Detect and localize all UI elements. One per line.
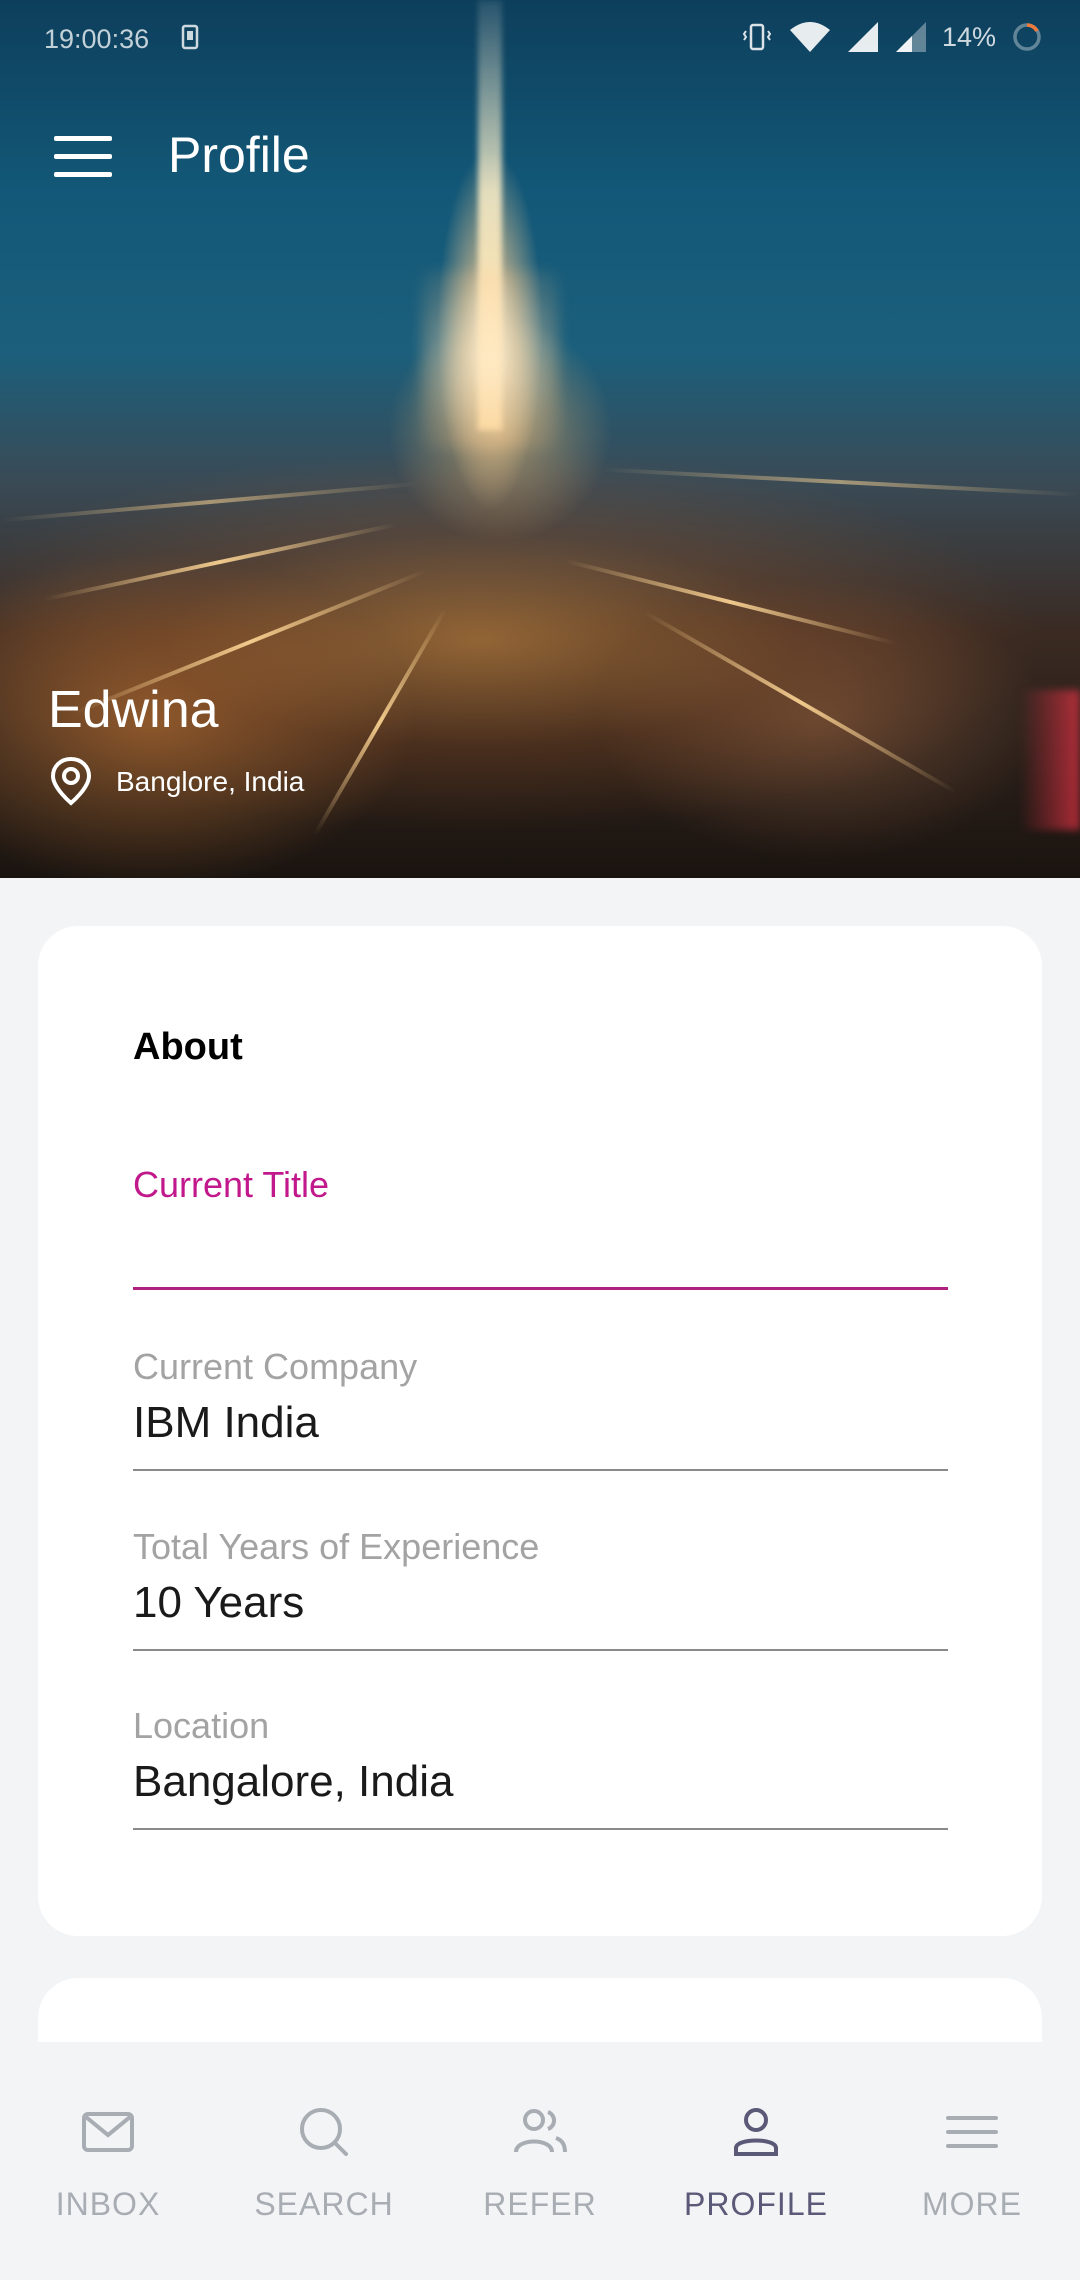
status-time: 19:00:36 [44, 24, 150, 54]
experience-underline [133, 1649, 948, 1651]
experience-label: Total Years of Experience [133, 1526, 540, 1567]
status-icons: 14% [740, 20, 1044, 54]
battery-percent: 14% [941, 21, 996, 52]
current-company-field[interactable]: Current Company IBM India [133, 1346, 948, 1472]
nav-inbox-label: INBOX [55, 2186, 161, 2222]
current-company-label: Current Company [133, 1346, 418, 1387]
location-field[interactable]: Location Bangalore, India [133, 1705, 948, 1831]
map-pin-icon [50, 756, 92, 806]
profile-location: Banglore, India [116, 766, 305, 797]
banner-light-streak [43, 522, 397, 602]
location-label: Location [133, 1705, 270, 1746]
user-icon [734, 2108, 778, 2156]
page-title: Profile [168, 127, 310, 183]
location-underline [133, 1828, 948, 1830]
nav-refer[interactable]: REFER [432, 2102, 648, 2242]
banner-light-streak [643, 610, 957, 794]
nav-more-label: MORE [922, 2186, 1022, 2222]
banner-light-streak [0, 481, 420, 523]
about-card: About Current Title Current Company IBM … [38, 926, 1042, 1936]
current-title-input[interactable] [133, 1216, 948, 1268]
banner-light-streak [313, 608, 447, 836]
current-title-underline [133, 1287, 948, 1290]
banner-tower-glow [420, 270, 560, 450]
bottom-navigation: INBOX SEARCH REFER PROFILE MORE [0, 2042, 1080, 2280]
experience-input[interactable]: 10 Years [133, 1578, 948, 1630]
status-bar: 19:00:36 14% [0, 0, 1080, 80]
profile-name: Edwina [48, 681, 219, 739]
nav-more[interactable]: MORE [864, 2102, 1080, 2242]
hamburger-menu-icon[interactable] [40, 122, 126, 192]
current-company-input[interactable]: IBM India [133, 1398, 948, 1450]
nav-profile-label: PROFILE [684, 2186, 828, 2222]
experience-field[interactable]: Total Years of Experience 10 Years [133, 1526, 948, 1652]
banner-light-streak [600, 467, 1080, 497]
banner-red-lights [1020, 690, 1080, 830]
wifi-icon [789, 22, 830, 52]
signal-icon [847, 22, 878, 52]
current-title-field[interactable]: Current Title [133, 1164, 948, 1290]
more-menu-icon [946, 2116, 998, 2148]
nav-search[interactable]: SEARCH [216, 2102, 432, 2242]
sim-card-icon [181, 24, 199, 50]
users-icon [514, 2109, 567, 2153]
nav-search-label: SEARCH [254, 2186, 394, 2222]
about-heading: About [133, 1026, 243, 1068]
banner-light-streak [564, 558, 896, 646]
current-company-underline [133, 1469, 948, 1471]
search-icon [300, 2108, 348, 2156]
nav-refer-label: REFER [483, 2186, 597, 2222]
signal-weak-icon [895, 22, 926, 52]
vibrate-icon [742, 23, 772, 51]
nav-profile[interactable]: PROFILE [648, 2102, 864, 2242]
current-title-label: Current Title [133, 1164, 330, 1205]
profile-header-banner: 19:00:36 14% Profile Edwina Banglore, In… [0, 0, 1080, 878]
mail-icon [82, 2112, 134, 2152]
nav-inbox[interactable]: INBOX [0, 2102, 216, 2242]
battery-charging-icon [1013, 23, 1041, 51]
location-input[interactable]: Bangalore, India [133, 1757, 948, 1809]
